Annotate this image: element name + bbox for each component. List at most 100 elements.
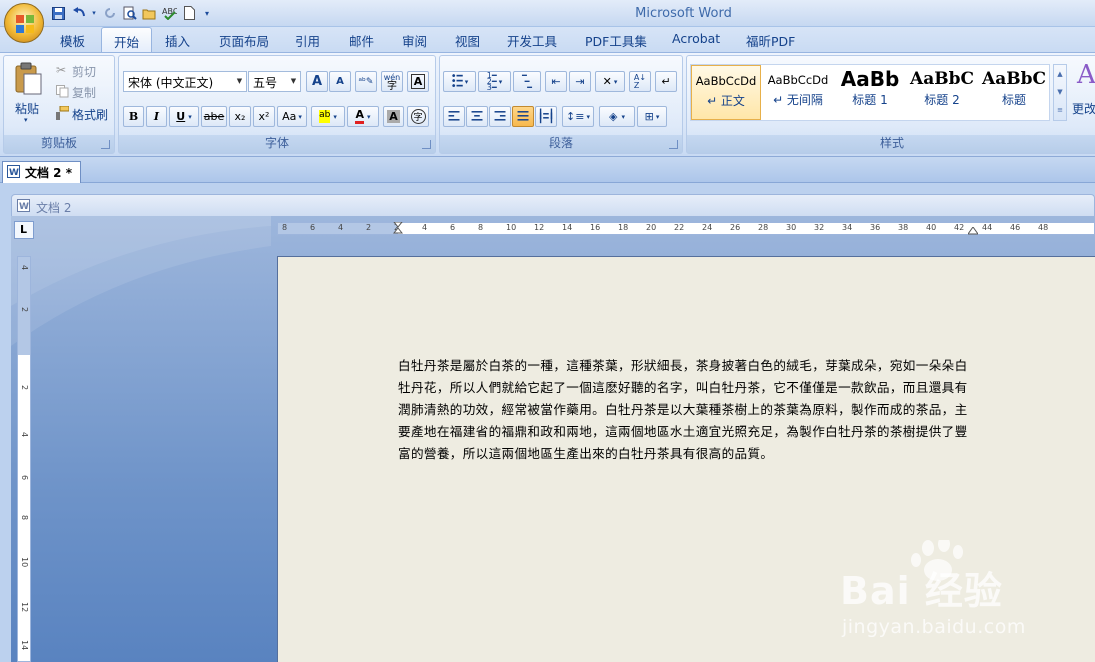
style-heading-1[interactable]: AaBb 标题 1 xyxy=(835,65,905,120)
tab-view[interactable]: 视图 xyxy=(455,31,480,50)
cut-button[interactable]: ✂ 剪切 xyxy=(54,62,112,80)
tab-page-layout[interactable]: 页面布局 xyxy=(219,31,269,50)
ruler-tick-label: 4 xyxy=(20,432,29,438)
increase-indent-button[interactable]: ⇥ xyxy=(569,71,591,92)
strikethrough-button[interactable]: abe xyxy=(201,106,227,127)
vertical-ruler[interactable]: 4 2 2 4 6 8 10 12 14 xyxy=(17,256,31,662)
style-heading-2[interactable]: AaBbC 标题 2 xyxy=(907,65,977,120)
change-case-button[interactable]: Aa ▾ xyxy=(277,106,307,127)
tab-review[interactable]: 审阅 xyxy=(402,31,427,50)
change-case-icon: Aa xyxy=(282,110,297,123)
multilevel-list-button[interactable]: ━ ━ ━ xyxy=(513,71,541,92)
watermark-brand: Bai 经验 xyxy=(840,569,1003,613)
ruler-tick-label: 34 xyxy=(842,223,853,232)
paste-icon xyxy=(15,62,42,95)
bold-button[interactable]: B xyxy=(123,106,144,127)
clear-format-button[interactable]: ᵃᵇ✎ xyxy=(355,71,377,92)
line-spacing-button[interactable]: ↕≡ ▾ xyxy=(562,106,594,127)
phonetic-guide-button[interactable]: wén 字 xyxy=(381,71,403,92)
align-right-button[interactable]: ━━ ━ ━━ xyxy=(489,106,511,127)
distribute-button[interactable]: ┃━┃ ┃━┃ xyxy=(535,106,557,127)
tab-pdf-tools[interactable]: PDF工具集 xyxy=(585,31,647,50)
ruler-tick-label: 20 xyxy=(646,223,657,232)
format-painter-button[interactable]: 格式刷 xyxy=(54,105,114,123)
svg-text:W: W xyxy=(9,168,19,178)
chevron-down-icon: ▼ xyxy=(236,77,243,85)
right-indent-marker-icon[interactable] xyxy=(968,227,978,235)
copy-icon xyxy=(56,85,69,98)
sort-button[interactable]: A↓ Z xyxy=(629,71,651,92)
subscript-button[interactable]: x₂ xyxy=(229,106,251,127)
strikethrough-icon: abe xyxy=(203,110,225,123)
tab-references[interactable]: 引用 xyxy=(295,31,320,50)
char-border-button[interactable]: A xyxy=(407,71,429,92)
shading-button[interactable]: ◈ ▾ xyxy=(599,106,635,127)
font-size-value: 五号 xyxy=(253,76,278,90)
paragraph-launcher-icon[interactable] xyxy=(669,140,678,149)
change-styles-icon: A xyxy=(1077,60,1095,90)
word-doc-icon: W xyxy=(17,199,30,212)
superscript-button[interactable]: x² xyxy=(253,106,275,127)
align-left-button[interactable]: ━━ ━ ━━ xyxy=(443,106,465,127)
font-launcher-icon[interactable] xyxy=(422,140,431,149)
ruler-tick-label: 32 xyxy=(814,223,825,232)
highlight-button[interactable]: ab ▾ xyxy=(311,106,345,127)
style-normal[interactable]: AaBbCcDd ↵ 正文 xyxy=(691,65,761,120)
align-center-button[interactable]: ━━ ━ ━━ xyxy=(466,106,488,127)
tab-foxit-pdf[interactable]: 福昕PDF xyxy=(746,31,795,50)
decrease-indent-button[interactable]: ⇤ xyxy=(545,71,567,92)
numbering-icon: 1━ 2━ 3━ xyxy=(486,70,497,92)
tab-mailings[interactable]: 邮件 xyxy=(349,31,374,50)
ruler-tick-label: 36 xyxy=(870,223,881,232)
italic-button[interactable]: I xyxy=(146,106,167,127)
style-title[interactable]: AaBbC 标题 xyxy=(979,65,1049,120)
tab-insert[interactable]: 插入 xyxy=(165,31,190,50)
chevron-down-icon: ▾ xyxy=(464,77,469,86)
ruler-tick-label: 28 xyxy=(758,223,769,232)
copy-button[interactable]: 复制 xyxy=(54,83,112,101)
document-tab[interactable]: W 文档 2 * xyxy=(2,161,81,183)
tab-home[interactable]: 开始 xyxy=(101,27,153,53)
tab-template[interactable]: 模板 xyxy=(60,31,85,50)
styles-group: AaBbCcDd ↵ 正文 AaBbCcDd ↵ 无间隔 AaBb 标题 1 A… xyxy=(686,55,1095,154)
line-spacing-icon: ↕≡ xyxy=(566,110,585,123)
document-tab-label: 文档 2 * xyxy=(25,166,72,180)
style-sample: AaBb xyxy=(840,67,900,91)
tab-selector[interactable]: L xyxy=(14,221,34,239)
document-body-text[interactable]: 白牡丹茶是屬於白茶的一種，這種茶葉，形狀細長，茶身披著白色的絨毛，芽葉成朵，宛如… xyxy=(398,355,978,465)
chinese-layout-button[interactable]: ✕ ▾ xyxy=(595,71,625,92)
style-name: 标题 1 xyxy=(852,93,888,107)
ruler-tick-label: 2 xyxy=(366,223,372,232)
font-color-button[interactable]: A ▾ xyxy=(347,106,379,127)
paste-button[interactable]: 粘贴 ▾ xyxy=(10,60,48,124)
show-marks-button[interactable]: ↵ xyxy=(655,71,677,92)
document-window-title: 文档 2 xyxy=(36,201,72,215)
ruler-tick-label: 46 xyxy=(1010,223,1021,232)
ruler-tick-label: 42 xyxy=(954,223,965,232)
tab-developer[interactable]: 开发工具 xyxy=(507,31,557,50)
chevron-down-icon: ▾ xyxy=(621,112,625,121)
ruler-tick-label: 8 xyxy=(20,515,29,521)
char-shading-button[interactable]: A xyxy=(383,106,404,127)
underline-button[interactable]: U ▾ xyxy=(169,106,199,127)
indent-marker-icon[interactable] xyxy=(393,222,403,236)
styles-scroll[interactable]: ▲ ▼ ≡ xyxy=(1053,64,1067,121)
office-button[interactable] xyxy=(4,3,44,43)
bullets-button[interactable]: •━ •━ •━ ▾ xyxy=(443,71,476,92)
shrink-font-button[interactable]: A xyxy=(329,71,351,92)
numbering-button[interactable]: 1━ 2━ 3━ ▾ xyxy=(478,71,511,92)
horizontal-ruler[interactable]: 8 6 4 2 2 4 6 8 10 12 14 16 18 20 22 24 26 28 30 32 34 36 38 40… xyxy=(277,222,1095,235)
clipboard-group: 粘贴 ▾ ✂ 剪切 复制 格式刷 剪贴板 xyxy=(3,55,115,154)
grow-font-button[interactable]: A xyxy=(306,71,328,92)
ruler-tick-label: 6 xyxy=(20,475,29,481)
font-size-combo[interactable]: 五号 ▼ xyxy=(248,71,301,92)
font-name-combo[interactable]: 宋体 (中文正文) ▼ xyxy=(123,71,247,92)
style-no-spacing[interactable]: AaBbCcDd ↵ 无间隔 xyxy=(763,65,833,120)
font-group: 宋体 (中文正文) ▼ 五号 ▼ A A ᵃᵇ✎ wén 字 A B I U ▾ a… xyxy=(118,55,436,154)
justify-button[interactable]: ━━ ━━ ━━ xyxy=(512,106,534,127)
enclose-char-button[interactable]: 字 xyxy=(407,106,429,127)
change-styles-button[interactable]: A 更改 xyxy=(1071,60,1095,122)
clipboard-launcher-icon[interactable] xyxy=(101,140,110,149)
tab-acrobat[interactable]: Acrobat xyxy=(672,31,720,46)
borders-button[interactable]: ⊞ ▾ xyxy=(637,106,667,127)
